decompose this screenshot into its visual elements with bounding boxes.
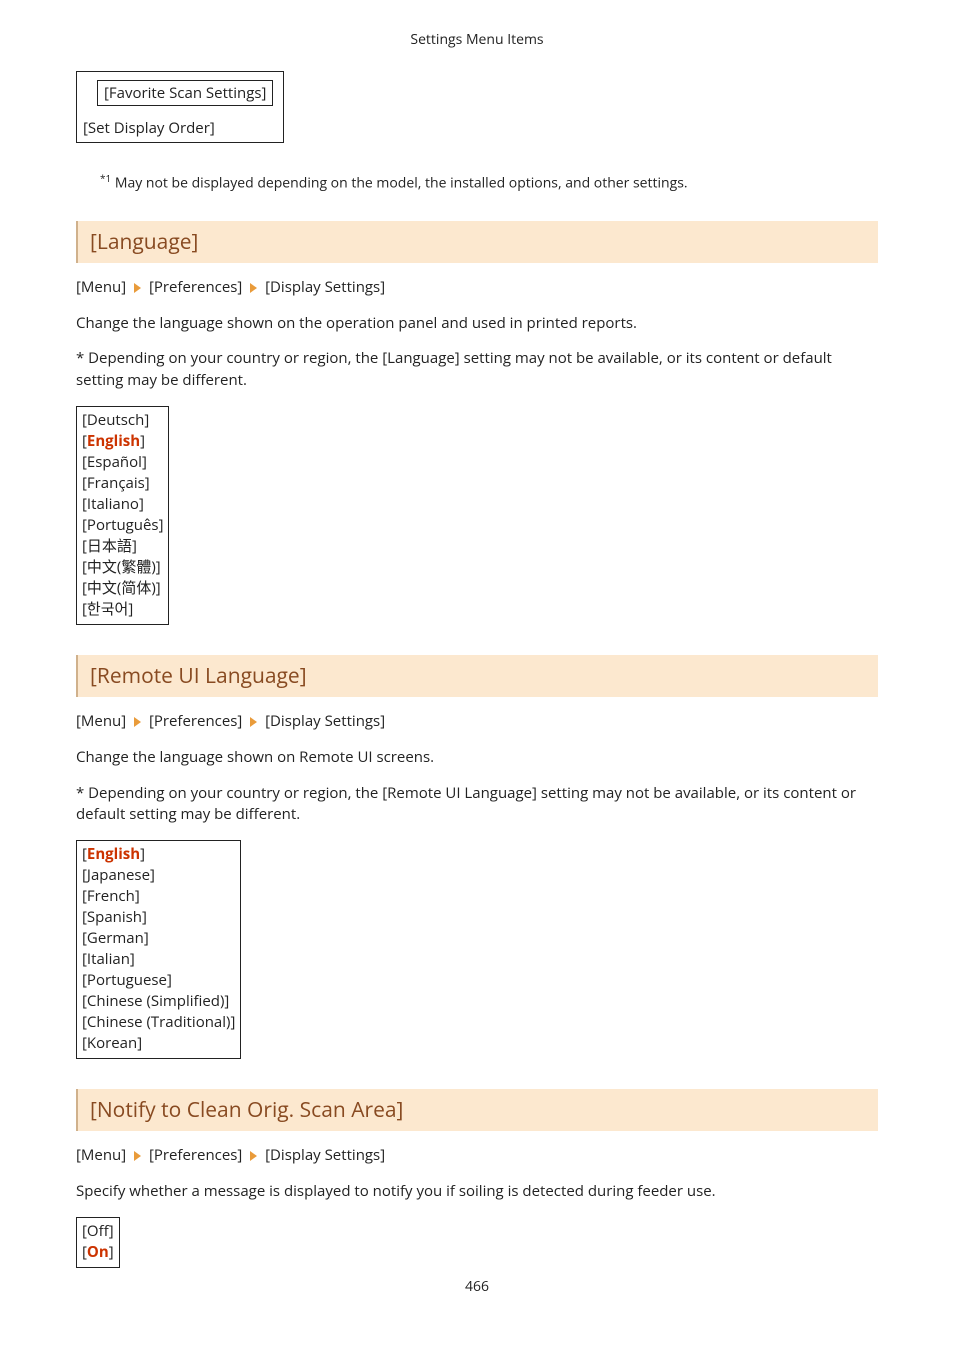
favorite-scan-settings-box: [Favorite Scan Settings]	[97, 80, 273, 106]
list-item: [Español]	[82, 452, 163, 473]
list-item: [中文(繁體)]	[82, 557, 163, 578]
list-item: [Italiano]	[82, 494, 163, 515]
section-title-language: [Language]	[76, 221, 878, 263]
list-item: [Japanese]	[82, 865, 235, 886]
language-options-box: [Deutsch][English][Español][Français][It…	[76, 406, 169, 625]
list-item: [Italian]	[82, 949, 235, 970]
crumb-menu: [Menu]	[76, 711, 126, 731]
page-header: Settings Menu Items	[76, 30, 878, 49]
remote-description: Change the language shown on Remote UI s…	[76, 747, 878, 769]
crumb-preferences: [Preferences]	[149, 1145, 242, 1165]
list-item: [French]	[82, 886, 235, 907]
section-title-notify-clean: [Notify to Clean Orig. Scan Area]	[76, 1089, 878, 1131]
chevron-right-icon	[250, 1151, 257, 1161]
breadcrumb: [Menu] [Preferences] [Display Settings]	[76, 277, 878, 297]
footnote-marker: *1	[100, 171, 111, 185]
list-item: [Off]	[82, 1221, 114, 1242]
crumb-menu: [Menu]	[76, 1145, 126, 1165]
list-item: [한국어]	[82, 599, 163, 620]
footnote: *1 May not be displayed depending on the…	[100, 171, 878, 193]
list-item: [Chinese (Traditional)]	[82, 1012, 235, 1033]
favorite-scan-settings-label: [Favorite Scan Settings]	[104, 83, 266, 103]
list-item: [Français]	[82, 473, 163, 494]
list-item: [Deutsch]	[82, 410, 163, 431]
list-item: [中文(简体)]	[82, 578, 163, 599]
language-note: * Depending on your country or region, t…	[76, 348, 878, 392]
chevron-right-icon	[134, 1151, 141, 1161]
page-number: 466	[0, 1277, 954, 1296]
list-item: [日本語]	[82, 536, 163, 557]
crumb-display-settings: [Display Settings]	[265, 277, 385, 297]
crumb-display-settings: [Display Settings]	[265, 1145, 385, 1165]
chevron-right-icon	[134, 717, 141, 727]
crumb-preferences: [Preferences]	[149, 711, 242, 731]
language-description: Change the language shown on the operati…	[76, 313, 878, 335]
notify-description: Specify whether a message is displayed t…	[76, 1181, 878, 1203]
set-display-order-label: [Set Display Order]	[83, 118, 215, 138]
list-item: [English]	[82, 431, 163, 452]
notify-options-box: [Off][On]	[76, 1217, 120, 1268]
crumb-preferences: [Preferences]	[149, 277, 242, 297]
crumb-menu: [Menu]	[76, 277, 126, 297]
list-item: [English]	[82, 844, 235, 865]
breadcrumb: [Menu] [Preferences] [Display Settings]	[76, 1145, 878, 1165]
list-item: [German]	[82, 928, 235, 949]
list-item: [Korean]	[82, 1033, 235, 1054]
set-display-order-box: [Favorite Scan Settings] [Set Display Or…	[76, 71, 284, 143]
crumb-display-settings: [Display Settings]	[265, 711, 385, 731]
list-item: [Portuguese]	[82, 970, 235, 991]
chevron-right-icon	[250, 717, 257, 727]
section-title-remote-ui-language: [Remote UI Language]	[76, 655, 878, 697]
chevron-right-icon	[250, 283, 257, 293]
breadcrumb: [Menu] [Preferences] [Display Settings]	[76, 711, 878, 731]
footnote-text: May not be displayed depending on the mo…	[111, 174, 687, 193]
list-item: [On]	[82, 1242, 114, 1263]
remote-note: * Depending on your country or region, t…	[76, 783, 878, 827]
list-item: [Chinese (Simplified)]	[82, 991, 235, 1012]
chevron-right-icon	[134, 283, 141, 293]
list-item: [Spanish]	[82, 907, 235, 928]
remote-options-box: [English][Japanese][French][Spanish][Ger…	[76, 840, 241, 1059]
list-item: [Português]	[82, 515, 163, 536]
